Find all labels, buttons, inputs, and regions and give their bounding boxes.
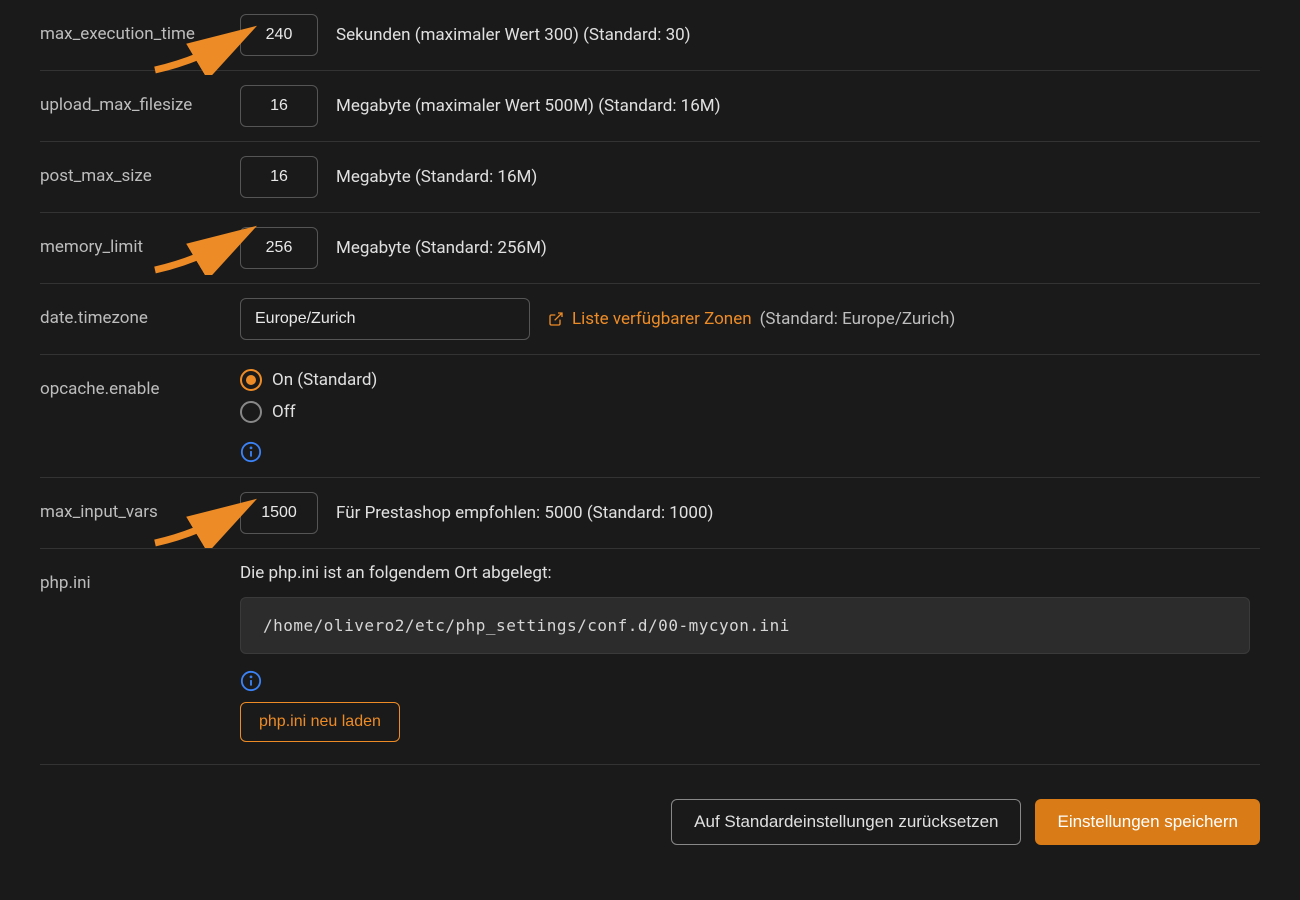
row-opcache-enable: opcache.enable On (Standard) Off: [40, 355, 1260, 478]
row-phpini: php.ini Die php.ini ist an folgendem Ort…: [40, 549, 1260, 765]
input-max-execution-time[interactable]: [240, 14, 318, 56]
hint-upload-max-filesize: Megabyte (maximaler Wert 500M) (Standard…: [336, 96, 721, 116]
radio-opcache-off-label: Off: [272, 402, 296, 422]
footer: Auf Standardeinstellungen zurücksetzen E…: [0, 765, 1300, 845]
radio-icon: [240, 401, 262, 423]
label-opcache-enable: opcache.enable: [40, 369, 240, 399]
row-max-execution-time: max_execution_time Sekunden (maximaler W…: [40, 0, 1260, 71]
radio-opcache-on-label: On (Standard): [272, 370, 377, 390]
row-upload-max-filesize: upload_max_filesize Megabyte (maximaler …: [40, 71, 1260, 142]
phpini-path: /home/olivero2/etc/php_settings/conf.d/0…: [240, 597, 1250, 654]
info-icon[interactable]: [240, 441, 262, 463]
radio-opcache-off[interactable]: Off: [240, 401, 377, 423]
label-max-input-vars: max_input_vars: [40, 492, 240, 522]
input-post-max-size[interactable]: [240, 156, 318, 198]
label-phpini: php.ini: [40, 563, 240, 593]
row-date-timezone: date.timezone Liste verfügbarer Zonen (S…: [40, 284, 1260, 355]
input-max-input-vars[interactable]: [240, 492, 318, 534]
link-timezone-list[interactable]: Liste verfügbarer Zonen: [572, 309, 752, 329]
input-date-timezone[interactable]: [240, 298, 530, 340]
hint-memory-limit: Megabyte (Standard: 256M): [336, 238, 547, 258]
radio-icon: [240, 369, 262, 391]
hint-max-input-vars: Für Prestashop empfohlen: 5000 (Standard…: [336, 503, 713, 523]
info-icon[interactable]: [240, 670, 262, 692]
hint-date-timezone-suffix: (Standard: Europe/Zurich): [760, 309, 956, 329]
label-memory-limit: memory_limit: [40, 227, 240, 257]
phpini-desc: Die php.ini ist an folgendem Ort abgeleg…: [240, 563, 552, 583]
radio-opcache-on[interactable]: On (Standard): [240, 369, 377, 391]
row-max-input-vars: max_input_vars Für Prestashop empfohlen:…: [40, 478, 1260, 549]
reload-phpini-button[interactable]: php.ini neu laden: [240, 702, 400, 742]
row-post-max-size: post_max_size Megabyte (Standard: 16M): [40, 142, 1260, 213]
input-upload-max-filesize[interactable]: [240, 85, 318, 127]
label-max-execution-time: max_execution_time: [40, 14, 240, 44]
hint-post-max-size: Megabyte (Standard: 16M): [336, 167, 537, 187]
input-memory-limit[interactable]: [240, 227, 318, 269]
label-upload-max-filesize: upload_max_filesize: [40, 85, 240, 115]
external-link-icon: [548, 311, 564, 327]
save-settings-button[interactable]: Einstellungen speichern: [1035, 799, 1260, 845]
hint-max-execution-time: Sekunden (maximaler Wert 300) (Standard:…: [336, 25, 691, 45]
reset-defaults-button[interactable]: Auf Standardeinstellungen zurücksetzen: [671, 799, 1021, 845]
label-date-timezone: date.timezone: [40, 298, 240, 328]
label-post-max-size: post_max_size: [40, 156, 240, 186]
row-memory-limit: memory_limit Megabyte (Standard: 256M): [40, 213, 1260, 284]
